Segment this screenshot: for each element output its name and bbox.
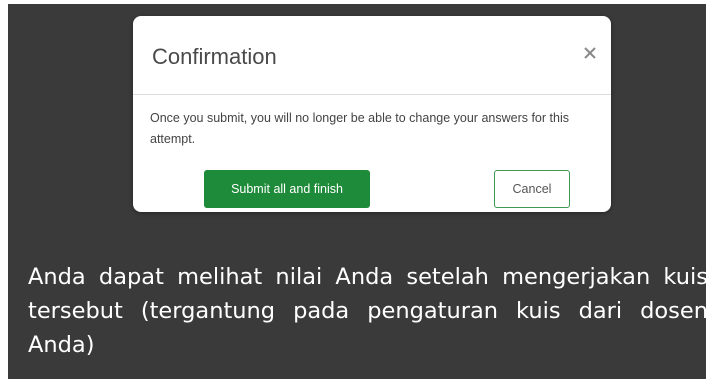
dialog-header: Confirmation <box>133 16 611 95</box>
dark-background-panel: Confirmation Once you submit, you will n… <box>8 4 708 379</box>
caption-text: Anda dapat melihat nilai Anda setelah me… <box>28 260 708 362</box>
cancel-button[interactable]: Cancel <box>494 170 570 208</box>
close-icon-glyph <box>584 47 596 59</box>
caption-line-1: Anda dapat melihat nilai Anda setelah <box>28 264 489 290</box>
confirmation-dialog: Confirmation Once you submit, you will n… <box>133 16 611 212</box>
submit-all-and-finish-button[interactable]: Submit all and finish <box>204 170 370 208</box>
dialog-title: Confirmation <box>152 44 277 69</box>
dialog-message: Once you submit, you will no longer be a… <box>150 111 569 146</box>
close-icon[interactable] <box>581 44 599 62</box>
